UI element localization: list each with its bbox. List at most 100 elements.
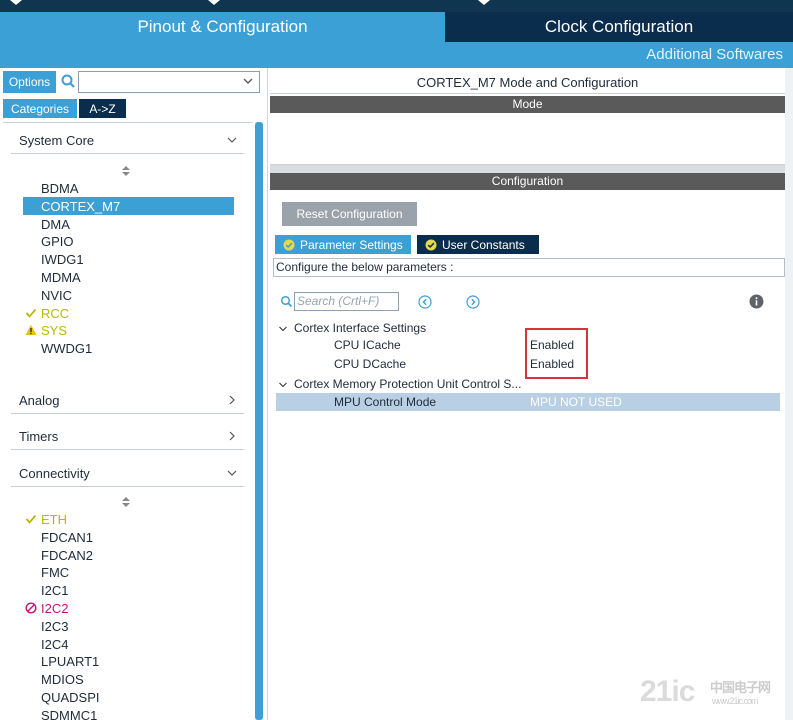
tree-item-label: ETH: [41, 512, 67, 527]
a-z-button[interactable]: A->Z: [79, 99, 126, 118]
tree-item-label: NVIC: [41, 287, 73, 303]
tab-user-constants[interactable]: User Constants: [417, 235, 539, 254]
section-analog[interactable]: Analog: [11, 388, 244, 414]
group-label: Cortex Interface Settings: [294, 321, 427, 335]
tree-item[interactable]: SYS: [23, 321, 234, 339]
categories-button[interactable]: Categories: [3, 99, 77, 118]
section-label: Connectivity: [19, 466, 90, 481]
tree-item[interactable]: I2C4: [23, 635, 234, 653]
tree-item-label: MDMA: [41, 270, 81, 285]
tree-item[interactable]: NVIC: [23, 286, 234, 304]
tree-item[interactable]: WWDG1: [23, 339, 234, 357]
configure-hint: Configure the below parameters :: [273, 258, 785, 277]
tab-pinout-configuration[interactable]: Pinout & Configuration: [0, 12, 445, 42]
mode-config-title: CORTEX_M7 Mode and Configuration: [270, 72, 785, 94]
tree-item-label: WWDG1: [41, 341, 93, 357]
next-match-icon[interactable]: [466, 295, 480, 309]
sort-icon[interactable]: [122, 496, 130, 507]
tree-item[interactable]: MDIOS: [23, 670, 234, 688]
chevron-down-icon: [278, 323, 288, 333]
tree-item-label: SDMMC1: [41, 707, 98, 720]
tree-item-label: CORTEX_M7: [41, 198, 121, 214]
tab-additional-softwares[interactable]: Additional Softwares: [646, 46, 783, 63]
options-button[interactable]: Options: [3, 71, 56, 93]
tree-item[interactable]: LPUART1: [23, 652, 234, 670]
param-name: MPU Control Mode: [334, 395, 437, 409]
tree-item-label: QUADSPI: [41, 690, 100, 705]
tree-item-label: LPUART1: [41, 654, 100, 670]
right-scrollbar[interactable]: [785, 68, 793, 720]
warning-icon: [25, 324, 37, 336]
tree-item-label: DMA: [41, 216, 70, 232]
tree-item-label: FDCAN2: [41, 547, 94, 563]
section-label: System Core: [19, 133, 95, 148]
tree-item[interactable]: FDCAN1: [23, 528, 234, 546]
chevron-down-icon[interactable]: [242, 75, 254, 87]
section-label: Analog: [19, 393, 60, 408]
tree-item[interactable]: BDMA: [23, 179, 234, 197]
search-icon[interactable]: [59, 72, 79, 92]
tree-item[interactable]: QUADSPI: [23, 688, 234, 706]
tree-item[interactable]: RCC: [23, 304, 234, 322]
tree-item[interactable]: I2C2: [23, 599, 234, 617]
tab-label: User Constants: [442, 237, 525, 252]
chevron-down-icon: [226, 134, 238, 146]
component-search-input[interactable]: [78, 71, 260, 93]
blocked-icon: [25, 602, 37, 614]
highlight-box: [525, 328, 588, 379]
strip-notch: [478, 0, 490, 5]
reset-configuration-button[interactable]: Reset Configuration: [282, 202, 417, 226]
mode-header: Mode: [270, 96, 785, 113]
mode-body: [270, 113, 785, 165]
strip-notch: [208, 0, 220, 5]
param-name: CPU DCache: [334, 357, 407, 371]
check-circle-icon: [283, 239, 295, 251]
tree-item[interactable]: SDMMC1: [23, 706, 234, 720]
param-value[interactable]: MPU NOT USED: [530, 395, 622, 409]
tree-item-label: I2C4: [41, 636, 69, 652]
tree-item-label: MDIOS: [41, 672, 84, 688]
watermark-url: www.21ic.com: [712, 696, 759, 706]
tree-item[interactable]: ETH: [23, 510, 234, 528]
tree-item[interactable]: I2C3: [23, 617, 234, 635]
section-system-core[interactable]: System Core: [11, 128, 244, 154]
section-connectivity[interactable]: Connectivity: [11, 461, 244, 487]
chevron-right-icon: [226, 430, 238, 442]
tree-item[interactable]: DMA: [23, 215, 234, 233]
check-circle-icon: [425, 239, 437, 251]
sort-icon[interactable]: [122, 165, 130, 176]
left-panel: Options Categories A->Z System Core BDMA…: [0, 68, 268, 720]
param-row-mpu-control[interactable]: MPU Control Mode MPU NOT USED: [276, 393, 780, 411]
tree-item[interactable]: FMC: [23, 563, 234, 581]
watermark-cn: 中国电子网: [710, 680, 771, 695]
check-icon: [25, 513, 37, 525]
tree-scrollbar-thumb[interactable]: [255, 122, 263, 720]
watermark: 21ic 中国电子网 www.21ic.com: [640, 675, 771, 709]
tree-item-label: FMC: [41, 565, 70, 581]
tree-item-label: GPIO: [41, 234, 74, 250]
sub-tab-bar: Additional Softwares: [0, 42, 793, 68]
strip-notch: [10, 0, 22, 5]
tree-item[interactable]: I2C1: [23, 581, 234, 599]
top-strip: [0, 0, 793, 12]
info-icon[interactable]: [749, 294, 764, 309]
right-panel: CORTEX_M7 Mode and Configuration Mode Co…: [270, 68, 785, 720]
search-icon: [280, 295, 293, 308]
chevron-down-icon: [278, 379, 288, 389]
parameter-search-input[interactable]: Search (Crtl+F): [294, 292, 399, 311]
tree-item[interactable]: MDMA: [23, 268, 234, 286]
tab-parameter-settings[interactable]: Parameter Settings: [275, 235, 411, 254]
tree-item[interactable]: GPIO: [23, 232, 234, 250]
panel-divider[interactable]: [270, 165, 785, 173]
tree-item-label: FDCAN1: [41, 529, 94, 545]
section-timers[interactable]: Timers: [11, 424, 244, 450]
tab-clock-configuration[interactable]: Clock Configuration: [445, 12, 793, 42]
previous-match-icon[interactable]: [418, 295, 432, 309]
tree-item[interactable]: IWDG1: [23, 250, 234, 268]
tree-item-label: RCC: [41, 305, 70, 321]
tree-item[interactable]: FDCAN2: [23, 546, 234, 564]
group-label: Cortex Memory Protection Unit Control S.…: [294, 377, 522, 391]
tree-item[interactable]: CORTEX_M7: [23, 196, 234, 215]
tree-item-label: IWDG1: [41, 252, 84, 268]
tree-item-label: SYS: [41, 323, 68, 339]
